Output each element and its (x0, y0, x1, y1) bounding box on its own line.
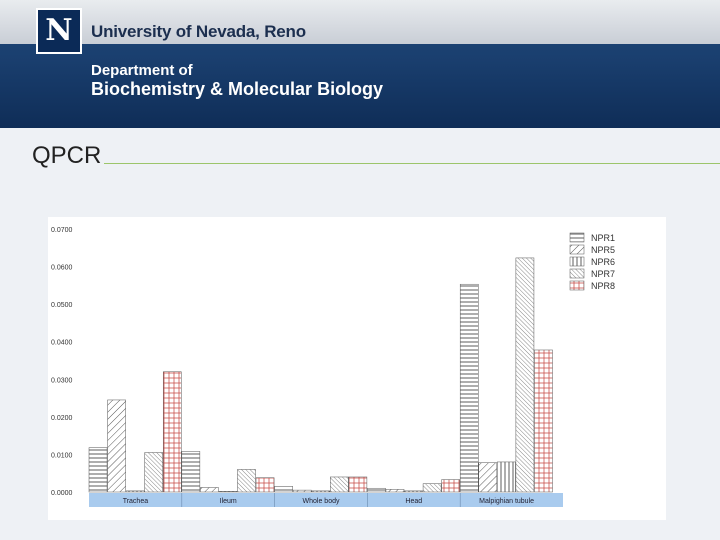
bar-npr5-trachea (107, 399, 126, 493)
bar-npr8-head (441, 479, 460, 493)
bar-npr5-ileum (200, 487, 219, 493)
y-tick-label: 0.0000 (51, 490, 73, 497)
legend-label-npr8: NPR8 (591, 281, 615, 291)
header-banner: N University of Nevada, Reno Department … (0, 0, 720, 128)
bar-npr1-malpighian-tubule (459, 283, 479, 493)
legend-swatch-npr7 (569, 268, 585, 279)
university-logo: N (36, 8, 82, 54)
slide-title: QPCR (32, 142, 102, 169)
department-name: Biochemistry & Molecular Biology (91, 79, 384, 99)
y-tick-label: 0.0500 (51, 302, 73, 309)
legend-swatch-npr6 (569, 256, 585, 267)
category-label: Trachea (123, 498, 149, 505)
category-label: Malpighian tubule (479, 498, 534, 505)
y-tick-label: 0.0100 (51, 452, 73, 459)
legend-swatch-npr5 (569, 244, 585, 255)
chart-panel: 0.0000 0.0100 0.0200 0.0300 0.0400 0.0500 0.06… (48, 217, 666, 520)
legend: NPR1 NPR5 NPR6 NPR7 NPR8 (569, 232, 615, 291)
category-label: Whole body (303, 498, 340, 505)
y-tick-label: 0.0700 (51, 227, 73, 234)
bar-npr6-head (404, 490, 423, 493)
bar-npr6-whole-body (311, 490, 331, 493)
bar-npr6-trachea (125, 490, 145, 493)
bar-npr8-trachea (162, 371, 182, 493)
y-axis: 0.0000 0.0100 0.0200 0.0300 0.0400 0.0500 0.06… (51, 227, 73, 497)
bar-npr1-trachea (88, 447, 108, 493)
legend-label-npr5: NPR5 (591, 245, 615, 255)
legend-swatch-npr8 (569, 280, 585, 291)
bar-npr8-ileum (255, 477, 275, 493)
title-divider (104, 163, 720, 164)
bar-npr7-head (422, 483, 442, 493)
logo-letter: N (45, 13, 73, 48)
bar-npr5-malpighian-tubule (478, 462, 498, 493)
bar-npr8-malpighian-tubule (534, 349, 553, 493)
legend-label-npr6: NPR6 (591, 257, 615, 267)
bar-npr6-malpighian-tubule (497, 461, 516, 493)
qpcr-bar-chart: 0.0000 0.0100 0.0200 0.0300 0.0400 0.0500 0.06… (51, 227, 615, 507)
y-tick-label: 0.0200 (51, 415, 73, 422)
bar-npr5-head (385, 489, 405, 493)
bar-npr7-trachea (144, 452, 163, 493)
bar-npr7-ileum (237, 469, 256, 493)
category-label: Ileum (220, 498, 237, 505)
legend-label-npr7: NPR7 (591, 269, 615, 279)
bar-npr1-whole-body (274, 486, 293, 493)
legend-label-npr1: NPR1 (591, 233, 615, 243)
bar-npr8-whole-body (348, 476, 368, 493)
bar-npr7-malpighian-tubule (515, 257, 535, 493)
bars-group (88, 257, 553, 493)
bar-npr7-whole-body (330, 476, 349, 493)
y-tick-label: 0.0400 (51, 340, 73, 347)
category-band: Trachea Ileum Whole body Head Malpighian tub… (89, 493, 563, 507)
legend-swatch-npr1 (569, 232, 585, 243)
department-label: Department of (91, 62, 193, 79)
category-label: Head (405, 498, 422, 505)
y-tick-label: 0.0300 (51, 377, 73, 384)
bar-npr5-whole-body (292, 489, 312, 493)
y-tick-label: 0.0600 (51, 265, 73, 272)
bar-npr1-head (367, 487, 386, 493)
bar-npr6-ileum (218, 491, 238, 493)
bar-npr1-ileum (181, 451, 201, 493)
university-name: University of Nevada, Reno (91, 22, 306, 41)
